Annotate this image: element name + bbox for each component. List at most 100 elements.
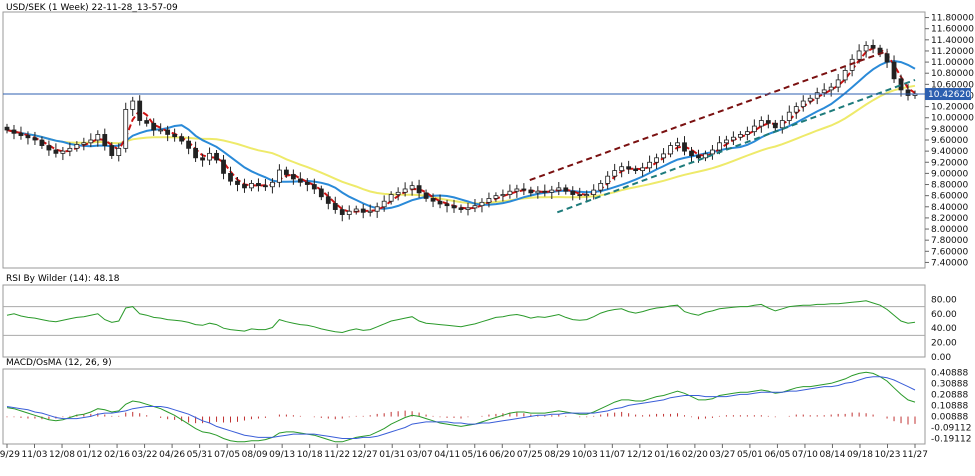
candle-body xyxy=(619,166,625,172)
candle-body xyxy=(297,178,303,183)
candle-body xyxy=(346,210,352,215)
candle-body xyxy=(193,147,198,159)
candle-body xyxy=(353,208,359,212)
candle-body xyxy=(807,97,813,102)
price-tick-label: 10.80000 xyxy=(931,69,974,79)
candle-body xyxy=(339,209,345,215)
x-tick-label: 04/26 xyxy=(159,450,185,460)
rsi-panel: 80.00 60.00 40.00 20.00 0.00 RSI By Wilder (… xyxy=(2,274,957,363)
macd-title: MACD/OsMA (12, 26, 9) xyxy=(6,358,112,368)
candle-body xyxy=(283,169,289,175)
candle-body xyxy=(388,194,394,202)
rsi-panel-frame xyxy=(2,284,926,358)
x-tick-label: 11/07 xyxy=(599,450,625,460)
candle-body xyxy=(249,183,254,189)
candle-body xyxy=(689,150,694,156)
candle-body xyxy=(256,183,261,187)
candle-body xyxy=(626,166,632,170)
candle-body xyxy=(39,139,45,146)
candle-body xyxy=(633,168,639,172)
candle-body xyxy=(668,145,673,155)
candle-body xyxy=(661,153,666,159)
candle-body xyxy=(870,44,876,49)
x-tick-label: 04/11 xyxy=(434,450,460,460)
candle-body xyxy=(744,131,750,135)
candle-body xyxy=(374,206,380,212)
candle-body xyxy=(32,137,38,141)
x-tick-label: 11/27 xyxy=(902,450,928,460)
price-tick-label: 8.60000 xyxy=(931,192,968,202)
macd-tick-label: 0.30888 xyxy=(931,379,968,389)
macd-panel-frame xyxy=(2,368,926,445)
x-tick-label: 12/27 xyxy=(352,450,378,460)
price-y-axis: 11.8000011.6000011.4000011.2000011.00000… xyxy=(925,14,974,268)
price-tick-label: 7.40000 xyxy=(931,258,968,268)
candle-body xyxy=(584,194,590,197)
candle-body xyxy=(95,134,101,141)
x-tick-label: 03/22 xyxy=(132,450,158,460)
current-price-label: 10.42620 xyxy=(928,90,971,100)
candle-body xyxy=(367,210,373,213)
x-tick-label: 01/12 xyxy=(77,450,103,460)
candle-body xyxy=(535,190,541,194)
x-tick-label: 08/14 xyxy=(819,450,845,460)
x-tick-label: 09/18 xyxy=(847,450,873,460)
candle-body xyxy=(11,129,17,134)
candle-body xyxy=(46,145,52,151)
candle-body xyxy=(158,129,164,132)
candle-body xyxy=(758,120,764,127)
candle-body xyxy=(682,142,687,152)
price-title: USD/SEK (1 Week) 22-11-28_13-57-09 xyxy=(6,3,178,13)
candle-body xyxy=(88,139,94,144)
candle-body xyxy=(507,190,513,195)
candle-body xyxy=(465,207,471,210)
x-tick-label: 01/16 xyxy=(654,450,680,460)
price-tick-label: 9.00000 xyxy=(931,169,968,179)
price-tick-label: 8.00000 xyxy=(931,225,968,235)
candle-body xyxy=(423,192,429,199)
macd-tick-label: 0.10888 xyxy=(931,402,968,412)
x-tick-label: 03/07 xyxy=(407,450,433,460)
candle-body xyxy=(144,120,150,124)
x-tick-label: 09/29 xyxy=(0,450,20,460)
x-tick-label: 07/10 xyxy=(792,450,818,460)
current-price-tag: 10.42620 xyxy=(925,88,971,101)
rsi-title: RSI By Wilder (14): 48.18 xyxy=(6,274,120,284)
x-tick-label: 06/05 xyxy=(764,450,790,460)
candle-body xyxy=(200,157,205,161)
candle-body xyxy=(186,140,192,149)
candle-body xyxy=(109,145,115,156)
x-tick-label: 05/16 xyxy=(462,450,488,460)
candle-body xyxy=(263,185,268,188)
candle-body xyxy=(598,183,604,191)
candle-body xyxy=(724,139,729,144)
candle-body xyxy=(451,205,457,209)
candle-body xyxy=(654,157,659,163)
x-tick-label: 08/29 xyxy=(544,450,570,460)
macd-tick-label: 0.20888 xyxy=(931,390,968,400)
candle-body xyxy=(800,100,806,108)
candle-body xyxy=(4,126,10,131)
candle-body xyxy=(53,149,59,154)
price-tick-label: 10.20000 xyxy=(931,103,974,113)
candle-body xyxy=(486,198,492,203)
candle-body xyxy=(528,189,534,194)
candle-body xyxy=(402,188,408,193)
price-tick-label: 9.20000 xyxy=(931,158,968,168)
candle-body xyxy=(221,159,226,174)
rsi-tick-label: 40.00 xyxy=(931,324,957,334)
candle-body xyxy=(416,185,422,194)
candle-body xyxy=(458,207,464,210)
candle-body xyxy=(821,89,827,94)
price-tick-label: 11.80000 xyxy=(931,14,974,24)
candle-body xyxy=(472,205,478,209)
rsi-tick-label: 20.00 xyxy=(931,339,957,349)
price-panel-frame xyxy=(2,11,926,269)
candle-body xyxy=(640,167,645,172)
candle-body xyxy=(884,53,890,63)
candle-body xyxy=(242,184,247,189)
candle-body xyxy=(67,147,73,152)
x-tick-label: 02/20 xyxy=(682,450,708,460)
candle-body xyxy=(437,200,443,205)
x-tick-label: 11/03 xyxy=(22,450,48,460)
